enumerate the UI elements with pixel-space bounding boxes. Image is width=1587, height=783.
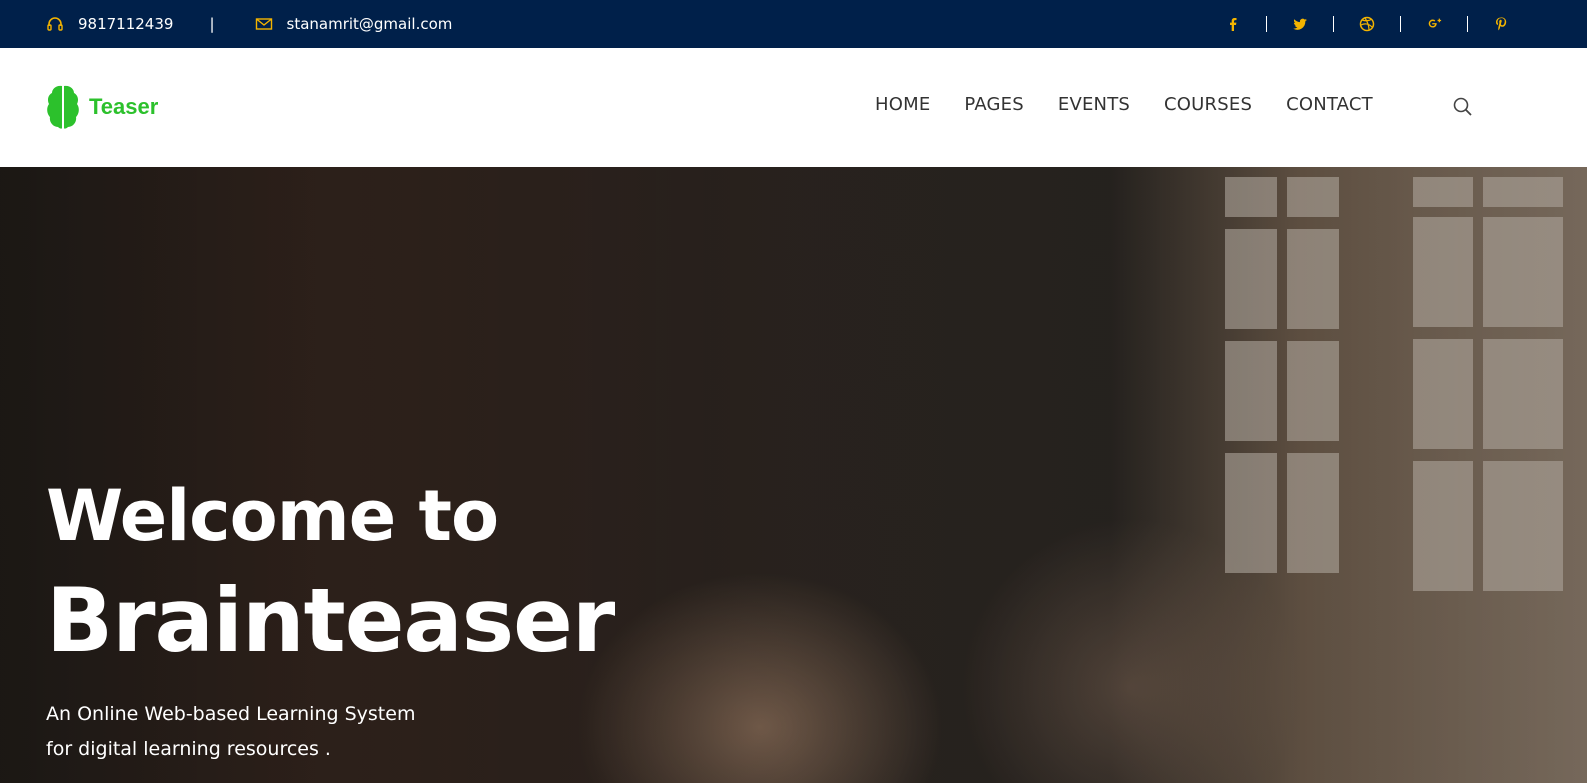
twitter-icon[interactable]	[1292, 16, 1308, 32]
hero-subtitle: An Online Web-based Learning System for …	[46, 697, 466, 767]
facebook-icon[interactable]	[1225, 16, 1241, 32]
social-links	[1225, 0, 1509, 48]
social-divider	[1266, 16, 1267, 32]
pinterest-icon[interactable]	[1493, 16, 1509, 32]
phone-number[interactable]: 9817112439	[78, 15, 173, 33]
hero-title-line1: Welcome to	[46, 475, 499, 557]
nav-courses[interactable]: COURSES	[1164, 94, 1252, 115]
hero-title-line2: Brainteaser	[46, 569, 615, 672]
hero-banner: Welcome to Brainteaser An Online Web-bas…	[0, 167, 1587, 783]
brain-logo-icon	[47, 85, 79, 129]
mail-icon	[255, 18, 272, 30]
hero-subtitle-line1: An Online Web-based Learning System	[46, 703, 416, 725]
social-divider	[1467, 16, 1468, 32]
nav-events[interactable]: EVENTS	[1058, 94, 1130, 115]
contact-separator: |	[209, 15, 215, 33]
email-address[interactable]: stanamrit@gmail.com	[287, 15, 453, 33]
top-bar: 9817112439 | stanamrit@gmail.com	[0, 0, 1587, 48]
headphones-icon	[47, 17, 63, 31]
logo-text: Teaser	[89, 94, 159, 119]
site-logo[interactable]: Teaser	[46, 84, 158, 130]
google-plus-icon[interactable]	[1426, 16, 1442, 32]
nav-contact[interactable]: CONTACT	[1286, 94, 1373, 115]
main-header: Teaser HOME PAGES EVENTS COURSES CONTACT	[0, 48, 1587, 167]
nav-home[interactable]: HOME	[875, 94, 930, 115]
main-nav: HOME PAGES EVENTS COURSES CONTACT	[875, 94, 1373, 115]
hero-subtitle-line2: for digital learning resources .	[46, 738, 331, 760]
contact-info: 9817112439 | stanamrit@gmail.com	[46, 0, 452, 48]
search-icon[interactable]	[1452, 96, 1474, 118]
nav-pages[interactable]: PAGES	[964, 94, 1023, 115]
social-divider	[1400, 16, 1401, 32]
social-divider	[1333, 16, 1334, 32]
dribbble-icon[interactable]	[1359, 16, 1375, 32]
